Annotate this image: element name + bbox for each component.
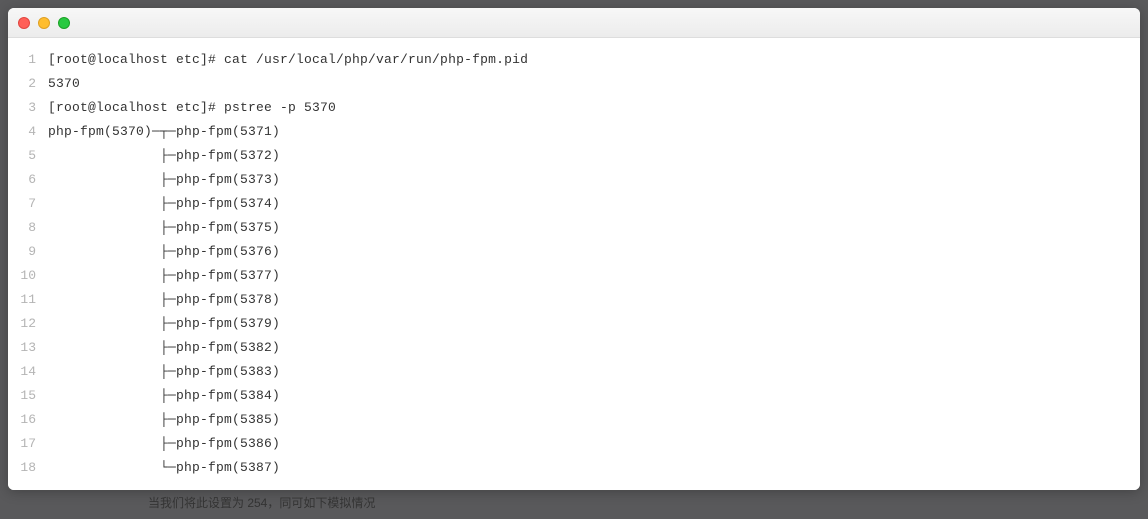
line-text: php-fpm(5370)─┬─php-fpm(5371): [48, 120, 280, 144]
terminal-line: 7 ├─php-fpm(5374): [8, 192, 1140, 216]
terminal-line: 16 ├─php-fpm(5385): [8, 408, 1140, 432]
line-number: 2: [8, 72, 48, 96]
line-number: 9: [8, 240, 48, 264]
line-number: 3: [8, 96, 48, 120]
terminal-line: 18 └─php-fpm(5387): [8, 456, 1140, 480]
line-text: ├─php-fpm(5377): [48, 264, 280, 288]
line-text: ├─php-fpm(5385): [48, 408, 280, 432]
line-text: ├─php-fpm(5383): [48, 360, 280, 384]
line-number: 5: [8, 144, 48, 168]
line-number: 6: [8, 168, 48, 192]
line-text: [root@localhost etc]# cat /usr/local/php…: [48, 48, 528, 72]
line-number: 15: [8, 384, 48, 408]
line-text: ├─php-fpm(5376): [48, 240, 280, 264]
terminal-window: 1[root@localhost etc]# cat /usr/local/ph…: [8, 8, 1140, 490]
line-number: 12: [8, 312, 48, 336]
line-text: ├─php-fpm(5372): [48, 144, 280, 168]
line-number: 17: [8, 432, 48, 456]
line-text: └─php-fpm(5387): [48, 456, 280, 480]
line-text: 5370: [48, 72, 80, 96]
terminal-line: 8 ├─php-fpm(5375): [8, 216, 1140, 240]
line-text: ├─php-fpm(5375): [48, 216, 280, 240]
terminal-line: 25370: [8, 72, 1140, 96]
terminal-content[interactable]: 1[root@localhost etc]# cat /usr/local/ph…: [8, 38, 1140, 490]
line-number: 14: [8, 360, 48, 384]
line-text: [root@localhost etc]# pstree -p 5370: [48, 96, 336, 120]
line-number: 8: [8, 216, 48, 240]
terminal-line: 10 ├─php-fpm(5377): [8, 264, 1140, 288]
line-text: ├─php-fpm(5373): [48, 168, 280, 192]
line-number: 11: [8, 288, 48, 312]
terminal-line: 13 ├─php-fpm(5382): [8, 336, 1140, 360]
terminal-line: 12 ├─php-fpm(5379): [8, 312, 1140, 336]
terminal-line: 6 ├─php-fpm(5373): [8, 168, 1140, 192]
line-number: 18: [8, 456, 48, 480]
terminal-line: 5 ├─php-fpm(5372): [8, 144, 1140, 168]
terminal-line: 15 ├─php-fpm(5384): [8, 384, 1140, 408]
line-number: 1: [8, 48, 48, 72]
line-text: ├─php-fpm(5378): [48, 288, 280, 312]
line-number: 7: [8, 192, 48, 216]
terminal-line: 3[root@localhost etc]# pstree -p 5370: [8, 96, 1140, 120]
zoom-icon[interactable]: [58, 17, 70, 29]
line-text: ├─php-fpm(5382): [48, 336, 280, 360]
line-number: 13: [8, 336, 48, 360]
terminal-line: 4php-fpm(5370)─┬─php-fpm(5371): [8, 120, 1140, 144]
line-text: ├─php-fpm(5386): [48, 432, 280, 456]
terminal-line: 11 ├─php-fpm(5378): [8, 288, 1140, 312]
line-text: ├─php-fpm(5374): [48, 192, 280, 216]
terminal-line: 1[root@localhost etc]# cat /usr/local/ph…: [8, 48, 1140, 72]
caption-text: 当我们将此设置为 254，同可如下模拟情况: [8, 490, 1140, 511]
line-text: ├─php-fpm(5379): [48, 312, 280, 336]
terminal-line: 9 ├─php-fpm(5376): [8, 240, 1140, 264]
terminal-line: 14 ├─php-fpm(5383): [8, 360, 1140, 384]
line-text: ├─php-fpm(5384): [48, 384, 280, 408]
minimize-icon[interactable]: [38, 17, 50, 29]
close-icon[interactable]: [18, 17, 30, 29]
line-number: 10: [8, 264, 48, 288]
line-number: 4: [8, 120, 48, 144]
line-number: 16: [8, 408, 48, 432]
window-titlebar: [8, 8, 1140, 38]
terminal-line: 17 ├─php-fpm(5386): [8, 432, 1140, 456]
